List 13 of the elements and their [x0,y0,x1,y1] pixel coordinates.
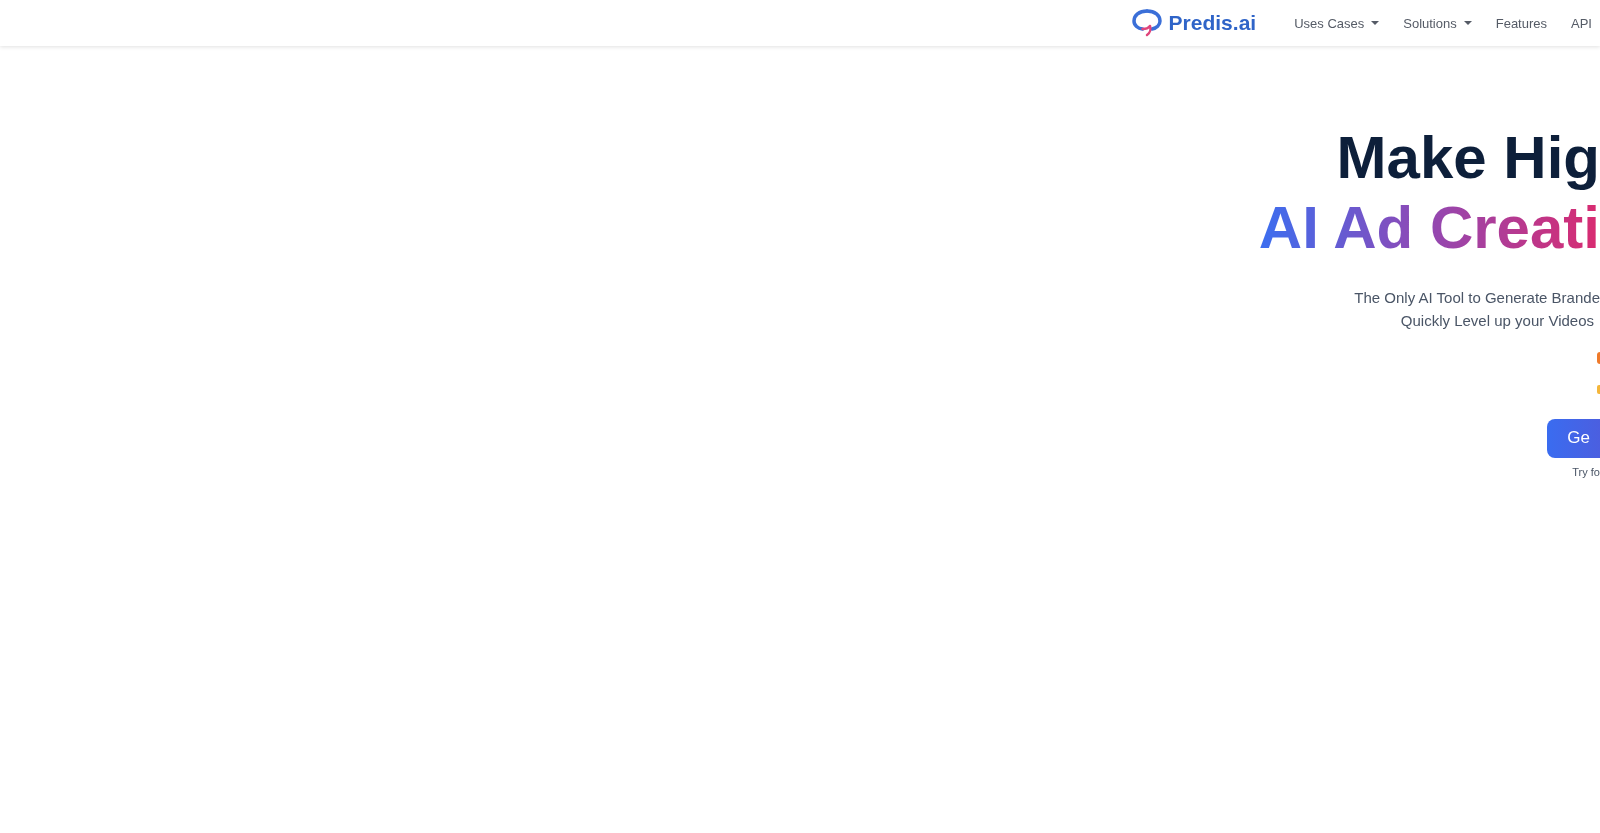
nav-link[interactable]: Solutions [1403,15,1472,31]
hero-headline: Make Hig [1336,124,1600,192]
subtitle-line: The Only AI Tool to Generate Brande [1354,288,1600,308]
nav-link[interactable]: Uses Cases [1294,15,1380,31]
get-started-button[interactable]: Ge [1547,419,1600,458]
subtitle-line: Quickly Level up your Videos [1400,311,1594,331]
brand-name-link[interactable]: Predis.ai [1168,11,1257,35]
nav-link[interactable]: Features [1495,15,1548,31]
caret-icon [1463,21,1472,25]
nav-link[interactable]: API [1571,15,1592,31]
trial-note: Try fo [1572,466,1600,478]
caret-icon [1371,21,1380,25]
speech-bubble-logo-icon[interactable] [1131,9,1162,37]
